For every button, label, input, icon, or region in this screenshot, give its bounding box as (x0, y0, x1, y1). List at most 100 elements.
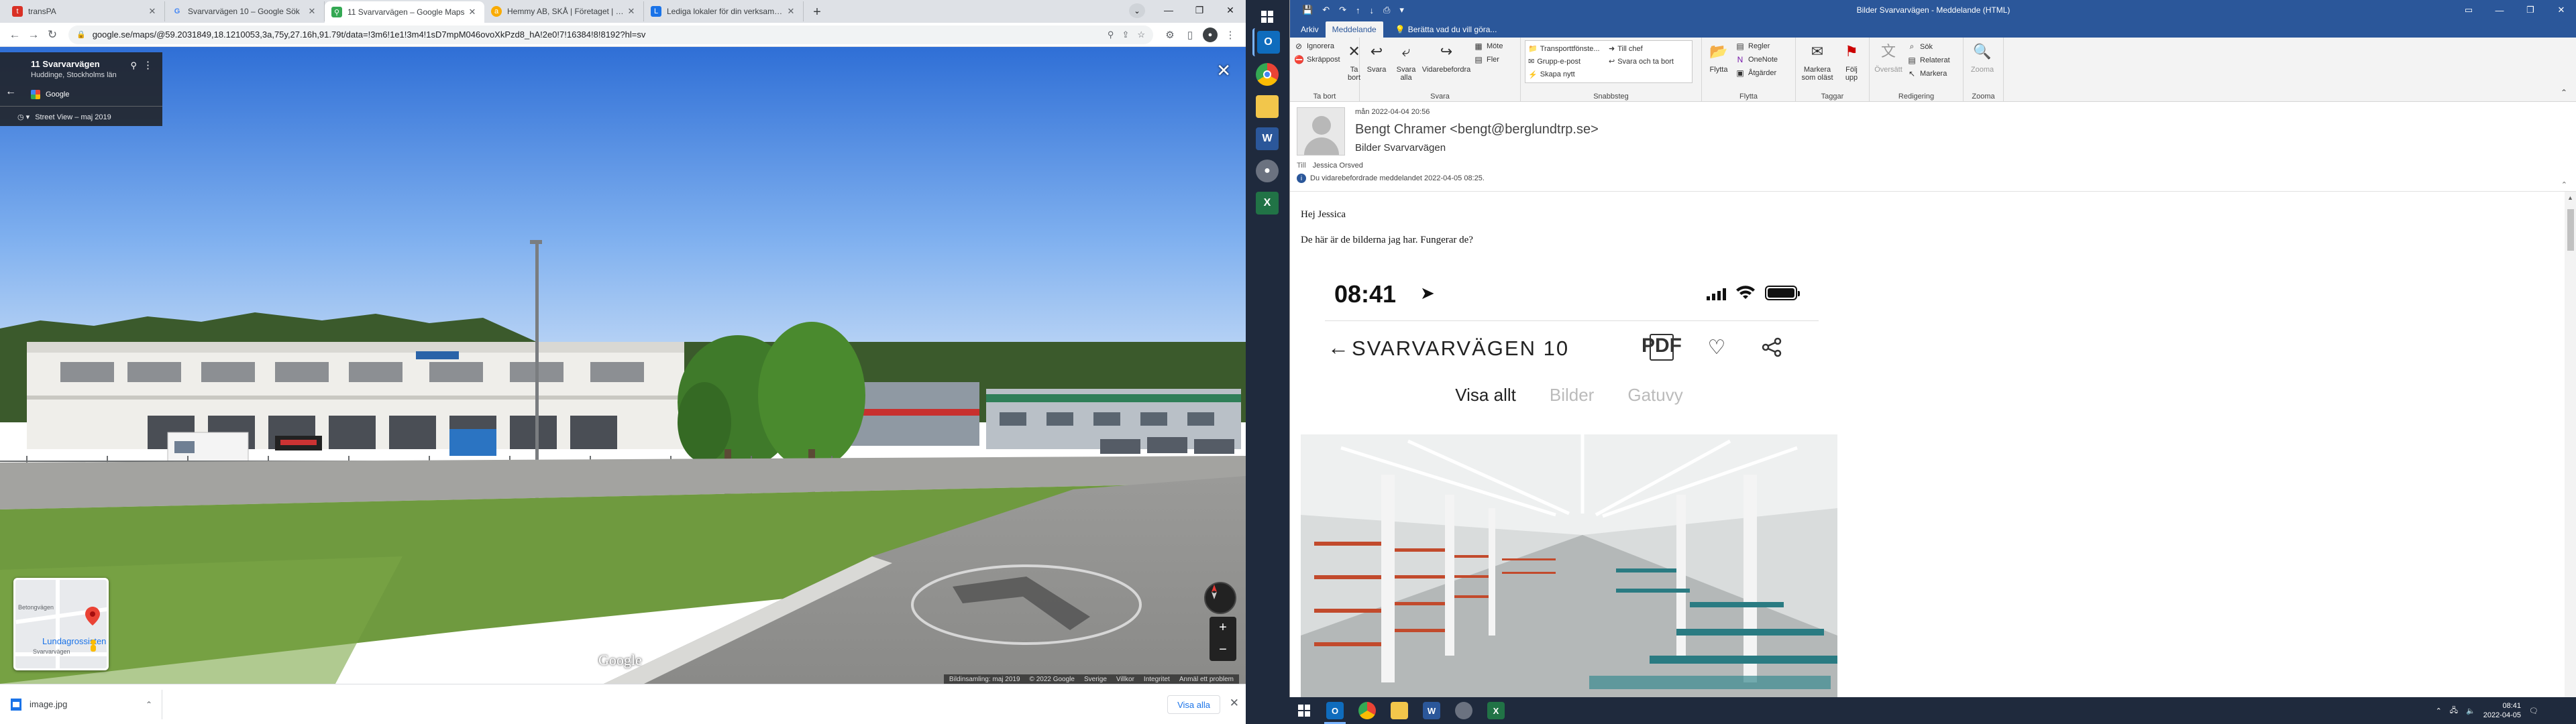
pegman-icon[interactable] (88, 639, 99, 654)
taskbar-explorer[interactable] (1383, 697, 1415, 724)
sidepanel-icon[interactable]: ▯ (1180, 25, 1200, 44)
vertical-scrollbar[interactable]: ▲ (2565, 192, 2576, 697)
maximize-icon[interactable]: ❐ (2515, 0, 2546, 20)
taskbar-word[interactable]: W (1415, 697, 1448, 724)
taskbar-app[interactable] (1448, 697, 1480, 724)
zoom-out-icon[interactable]: − (1219, 642, 1227, 658)
back-icon[interactable]: ← (5, 25, 24, 44)
start-button[interactable] (1289, 697, 1319, 724)
close-tab-icon[interactable]: ✕ (147, 6, 158, 17)
zoom-in-icon[interactable]: + (1219, 620, 1227, 636)
collapse-ribbon-icon[interactable]: ⌃ (2561, 88, 2567, 97)
quick-step-item[interactable]: ✉ Grupp-e-post (1528, 55, 1609, 68)
menu-icon[interactable]: ⋮ (1220, 25, 1240, 44)
footer-privacy[interactable]: Integritet (1144, 676, 1170, 683)
extensions-icon[interactable]: ⚙ (1160, 25, 1180, 44)
profile-avatar-icon[interactable]: ● (1203, 27, 1218, 42)
close-tab-icon[interactable]: ✕ (626, 6, 637, 17)
tab-meddelande[interactable]: Meddelande (1325, 21, 1383, 38)
taskbar-app[interactable]: ● (1252, 157, 1282, 185)
downloads-bar: image.jpg ⌃ Visa alla ✕ (0, 684, 1246, 724)
taskbar-outlook[interactable]: O (1252, 28, 1282, 56)
quick-step-item[interactable]: 📁 Transporttfönste... (1528, 42, 1609, 55)
taskbar-excel[interactable]: X (1252, 189, 1282, 217)
download-item[interactable]: image.jpg ⌃ (11, 689, 162, 719)
ribbon-display-icon[interactable]: ▭ (2453, 0, 2484, 20)
clock[interactable]: 08:41 2022-04-05 (2483, 701, 2521, 720)
close-icon[interactable]: ✕ (1215, 0, 1246, 20)
new-tab-button[interactable]: + (808, 3, 826, 21)
lock-icon[interactable]: 🔒 (76, 30, 86, 39)
bookmark-star-icon[interactable]: ☆ (1137, 29, 1145, 40)
tab-google-search[interactable]: G Svarvarvägen 10 – Google Sök ✕ (165, 1, 325, 21)
recipient-name[interactable]: Jessica Orsved (1313, 162, 1363, 170)
pin-icon[interactable]: ⚲ (130, 60, 137, 71)
taskbar-explorer[interactable] (1252, 93, 1282, 121)
related-button[interactable]: ▤ Relaterat (1907, 56, 1949, 65)
rules-button[interactable]: ▤ Regler (1735, 42, 1778, 51)
onenote-button[interactable]: N OneNote (1735, 55, 1778, 64)
tab-google-maps[interactable]: ⚲ 11 Svarvarvägen – Google Maps ✕ (325, 1, 484, 23)
tab-search-button[interactable]: ⌄ (1129, 3, 1145, 18)
footer-country[interactable]: Sverige (1084, 676, 1107, 683)
show-all-downloads-button[interactable]: Visa alla (1167, 695, 1220, 714)
close-icon[interactable]: ✕ (2546, 0, 2576, 20)
notifications-icon[interactable]: 🗨 (2529, 707, 2538, 715)
tell-me-search[interactable]: 💡 Berätta vad du vill göra... (1389, 21, 1504, 38)
close-streetview-icon[interactable]: ✕ (1216, 60, 1231, 81)
tab-arkiv[interactable]: Arkiv (1294, 21, 1326, 38)
footer-terms[interactable]: Villkor (1116, 676, 1134, 683)
taskbar-chrome[interactable] (1351, 697, 1383, 724)
select-button[interactable]: ↖ Markera (1907, 69, 1950, 78)
minimap[interactable]: Betongvägen Svarvarvägen Lundagrossisten (13, 578, 109, 670)
address-bar[interactable]: 🔒 google.se/maps/@59.2031849,18.1210053,… (68, 25, 1153, 44)
quick-step-item[interactable]: ↩ Svara och ta bort (1609, 55, 1689, 68)
more-respond-button[interactable]: ▤ Fler (1474, 55, 1503, 64)
location-icon[interactable]: ⚲ (1108, 29, 1114, 40)
compass-icon[interactable] (1204, 582, 1236, 614)
quick-step-item[interactable]: ➜ Till chef (1609, 42, 1689, 55)
actions-button[interactable]: ▣ Åtgärder (1735, 68, 1778, 78)
forward-icon[interactable]: → (24, 25, 43, 44)
capture-date-selector[interactable]: ◷ ▾ Street View – maj 2019 (17, 113, 154, 121)
group-label: Taggar (1821, 93, 1844, 101)
maximize-icon[interactable]: ❐ (1184, 0, 1215, 20)
scrollbar-thumb[interactable] (2567, 209, 2574, 251)
close-tab-icon[interactable]: ✕ (307, 6, 317, 17)
minimize-icon[interactable]: — (1153, 0, 1184, 20)
taskbar-word[interactable]: W (1252, 125, 1282, 153)
scroll-up-icon[interactable]: ▲ (2567, 194, 2573, 201)
street-view[interactable]: ← 11 Svarvarvägen Huddinge, Stockholms l… (0, 47, 1246, 684)
share-icon[interactable]: ⇪ (1122, 29, 1129, 40)
volume-icon[interactable]: 🔈 (2466, 707, 2475, 715)
taskbar-excel[interactable]: X (1480, 697, 1512, 724)
chevron-up-icon[interactable]: ⌃ (146, 700, 152, 709)
quick-step-item[interactable]: ⚡ Skapa nytt (1528, 68, 1609, 81)
more-options-icon[interactable]: ⋮ (143, 59, 153, 71)
collapse-header-icon[interactable]: ⌃ (2561, 180, 2567, 189)
start-button[interactable] (1252, 3, 1282, 31)
search-button[interactable]: ⌕ Sök (1907, 42, 1950, 52)
tab-allabolag[interactable]: a Hemmy AB, SKÅ | Företaget | en... ✕ (484, 1, 644, 21)
page-icon: t (12, 6, 23, 17)
footer-report[interactable]: Anmäl ett problem (1179, 676, 1234, 683)
minimize-icon[interactable]: — (2484, 0, 2515, 20)
close-downloads-icon[interactable]: ✕ (1230, 697, 1239, 710)
tray-chevron-icon[interactable]: ⌃ (2436, 707, 2442, 715)
tab-transpa[interactable]: t transPA ✕ (5, 1, 165, 21)
close-tab-icon[interactable]: ✕ (786, 6, 796, 17)
back-arrow-icon[interactable]: ← (5, 86, 16, 98)
close-tab-icon[interactable]: ✕ (467, 7, 478, 17)
embedded-phone-screenshot: 08:41 ➤ ← SVARVARVÄGEN 10 PDF ♡ Visa all… (1301, 267, 1837, 697)
search-label: Sök (1920, 42, 1933, 51)
street-view-panorama[interactable] (0, 47, 1246, 684)
tab-lokaler[interactable]: L Lediga lokaler för din verksamhet... ✕ (644, 1, 804, 21)
message-sender[interactable]: Bengt Chramer <bengt@berglundtrp.se> (1355, 122, 1599, 137)
ignore-button[interactable]: ⊘ Ignorera (1294, 42, 1340, 51)
network-icon[interactable]: 🖧 (2450, 705, 2458, 717)
meeting-button[interactable]: ▦ Möte (1474, 42, 1503, 51)
taskbar-chrome[interactable] (1252, 60, 1282, 88)
junk-button[interactable]: ⛔ Skräppost (1294, 55, 1340, 64)
reload-icon[interactable]: ↻ (43, 25, 62, 44)
taskbar-outlook[interactable]: O (1319, 697, 1351, 724)
